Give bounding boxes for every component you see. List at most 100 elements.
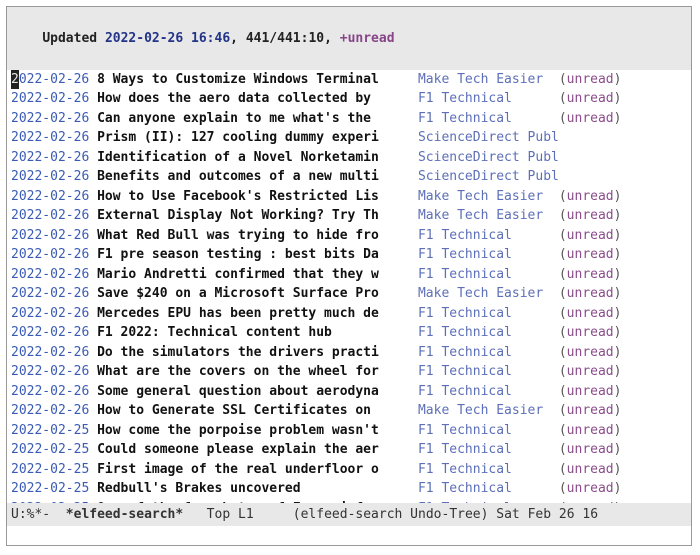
entry-feed: ScienceDirect Publ bbox=[418, 167, 559, 187]
entry-tags: (unread) bbox=[559, 187, 687, 207]
feed-entry[interactable]: 2022-02-26 Identification of a Novel Nor… bbox=[11, 148, 687, 168]
feed-entry[interactable]: 2022-02-26 8 Ways to Customize Windows T… bbox=[11, 70, 687, 90]
entry-date: 2022-02-26 bbox=[11, 109, 89, 129]
entry-title: Could someone please explain the aer bbox=[97, 440, 418, 460]
feed-list[interactable]: 2022-02-26 8 Ways to Customize Windows T… bbox=[7, 70, 691, 503]
entry-feed: F1 Technical bbox=[418, 226, 559, 246]
entry-title: First image of the real underfloor o bbox=[97, 460, 418, 480]
entry-title: How to Use Facebook's Restricted Lis bbox=[97, 187, 418, 207]
mode-line-position: Top L1 bbox=[183, 507, 293, 522]
text-cursor: 2 bbox=[11, 70, 19, 90]
entry-counts: , 441/441:10, bbox=[230, 31, 340, 46]
entry-title: Save $240 on a Microsoft Surface Pro bbox=[97, 284, 418, 304]
entry-title: F1 pre season testing : best bits Da bbox=[97, 245, 418, 265]
entry-tags: (unread) bbox=[559, 323, 687, 343]
entry-feed: F1 Technical bbox=[418, 479, 559, 499]
entry-date: 2022-02-26 bbox=[11, 187, 89, 207]
entry-feed: F1 Technical bbox=[418, 265, 559, 285]
entry-title: Can anyone explain to me what's the bbox=[97, 109, 418, 129]
feed-entry[interactable]: 2022-02-25 How come the porpoise problem… bbox=[11, 421, 687, 441]
entry-tags: (unread) bbox=[559, 89, 687, 109]
echo-area bbox=[7, 526, 691, 545]
entry-date: 2022-02-26 bbox=[11, 401, 89, 421]
entry-date: 2022-02-26 bbox=[11, 284, 89, 304]
feed-entry[interactable]: 2022-02-26 External Display Not Working?… bbox=[11, 206, 687, 226]
buffer-name: *elfeed-search* bbox=[66, 507, 183, 522]
entry-feed: Make Tech Easier bbox=[418, 284, 559, 304]
mode-line-status: U:%*- bbox=[11, 507, 66, 522]
feed-entry[interactable]: 2022-02-26 Can anyone explain to me what… bbox=[11, 109, 687, 129]
entry-date: 2022-02-26 bbox=[11, 206, 89, 226]
entry-title: Prism (II): 127 cooling dummy experi bbox=[97, 128, 418, 148]
entry-date: 2022-02-25 bbox=[11, 440, 89, 460]
feed-entry[interactable]: 2022-02-26 Benefits and outcomes of a ne… bbox=[11, 167, 687, 187]
feed-entry[interactable]: 2022-02-25 Could someone please explain … bbox=[11, 440, 687, 460]
entry-feed: F1 Technical bbox=[418, 304, 559, 324]
updated-label: Updated bbox=[42, 31, 105, 46]
entry-tags: (unread) bbox=[559, 362, 687, 382]
entry-date: 2022-02-26 bbox=[11, 323, 89, 343]
entry-date: 2022-02-25 bbox=[11, 460, 89, 480]
feed-entry[interactable]: 2022-02-26 F1 pre season testing : best … bbox=[11, 245, 687, 265]
entry-title: Identification of a Novel Norketamin bbox=[97, 148, 418, 168]
entry-tags: (unread) bbox=[559, 304, 687, 324]
feed-entry[interactable]: 2022-02-26 Mario Andretti confirmed that… bbox=[11, 265, 687, 285]
entry-date: 2022-02-26 bbox=[11, 343, 89, 363]
entry-tags: (unread) bbox=[559, 284, 687, 304]
entry-date: 2022-02-26 bbox=[11, 89, 89, 109]
entry-title: Mario Andretti confirmed that they w bbox=[97, 265, 418, 285]
entry-tags: (unread) bbox=[559, 226, 687, 246]
entry-tags: (unread) bbox=[559, 265, 687, 285]
feed-entry[interactable]: 2022-02-26 How to Use Facebook's Restric… bbox=[11, 187, 687, 207]
entry-date: 2022-02-25 bbox=[11, 479, 89, 499]
feed-entry[interactable]: 2022-02-26 Prism (II): 127 cooling dummy… bbox=[11, 128, 687, 148]
feed-entry[interactable]: 2022-02-26 Some general question about a… bbox=[11, 382, 687, 402]
entry-feed: F1 Technical bbox=[418, 382, 559, 402]
feed-entry[interactable]: 2022-02-26 Do the simulators the drivers… bbox=[11, 343, 687, 363]
entry-date: 2022-02-26 bbox=[11, 382, 89, 402]
entry-title: What are the covers on the wheel for bbox=[97, 362, 418, 382]
entry-date: 2022-02-26 bbox=[11, 304, 89, 324]
entry-tags: (unread) bbox=[559, 382, 687, 402]
entry-title: Benefits and outcomes of a new multi bbox=[97, 167, 418, 187]
feed-entry[interactable]: 2022-02-25 Redbull's Brakes uncovered F1… bbox=[11, 479, 687, 499]
entry-title: Mercedes EPU has been pretty much de bbox=[97, 304, 418, 324]
entry-title: 8 Ways to Customize Windows Terminal bbox=[97, 70, 418, 90]
entry-title: What Red Bull was trying to hide fro bbox=[97, 226, 418, 246]
mode-line-modes: (elfeed-search Undo-Tree) Sat Feb 26 16 bbox=[293, 507, 598, 522]
feed-entry[interactable]: 2022-02-26 How does the aero data collec… bbox=[11, 89, 687, 109]
feed-entry[interactable]: 2022-02-25 First image of the real under… bbox=[11, 460, 687, 480]
entry-feed: F1 Technical bbox=[418, 460, 559, 480]
entry-date: 2022-02-26 bbox=[11, 128, 89, 148]
entry-feed: F1 Technical bbox=[418, 343, 559, 363]
entry-date: 2022-02-26 bbox=[11, 70, 89, 90]
feed-entry[interactable]: 2022-02-26 What are the covers on the wh… bbox=[11, 362, 687, 382]
feed-entry[interactable]: 2022-02-26 What Red Bull was trying to h… bbox=[11, 226, 687, 246]
entry-title: How come the porpoise problem wasn't bbox=[97, 421, 418, 441]
entry-feed: ScienceDirect Publ bbox=[418, 148, 559, 168]
unread-filter: +unread bbox=[340, 31, 395, 46]
feed-entry[interactable]: 2022-02-26 How to Generate SSL Certifica… bbox=[11, 401, 687, 421]
entry-feed: Make Tech Easier bbox=[418, 206, 559, 226]
entry-feed: F1 Technical bbox=[418, 109, 559, 129]
entry-tags: (unread) bbox=[559, 401, 687, 421]
entry-title: Redbull's Brakes uncovered bbox=[97, 479, 418, 499]
entry-feed: Make Tech Easier bbox=[418, 187, 559, 207]
entry-date: 2022-02-26 bbox=[11, 245, 89, 265]
updated-timestamp: 2022-02-26 16:46 bbox=[105, 31, 230, 46]
entry-feed: F1 Technical bbox=[418, 245, 559, 265]
entry-tags: (unread) bbox=[559, 421, 687, 441]
emacs-frame: Updated 2022-02-26 16:46, 441/441:10, +u… bbox=[6, 6, 692, 546]
feed-entry[interactable]: 2022-02-26 Mercedes EPU has been pretty … bbox=[11, 304, 687, 324]
entry-title: F1 2022: Technical content hub bbox=[97, 323, 418, 343]
entry-tags: (unread) bbox=[559, 109, 687, 129]
entry-feed: ScienceDirect Publ bbox=[418, 128, 559, 148]
entry-title: How does the aero data collected by bbox=[97, 89, 418, 109]
entry-tags: (unread) bbox=[559, 440, 687, 460]
entry-tags: (unread) bbox=[559, 479, 687, 499]
feed-entry[interactable]: 2022-02-26 Save $240 on a Microsoft Surf… bbox=[11, 284, 687, 304]
entry-feed: F1 Technical bbox=[418, 323, 559, 343]
entry-title: Some general question about aerodyna bbox=[97, 382, 418, 402]
entry-feed: Make Tech Easier bbox=[418, 70, 559, 90]
feed-entry[interactable]: 2022-02-26 F1 2022: Technical content hu… bbox=[11, 323, 687, 343]
